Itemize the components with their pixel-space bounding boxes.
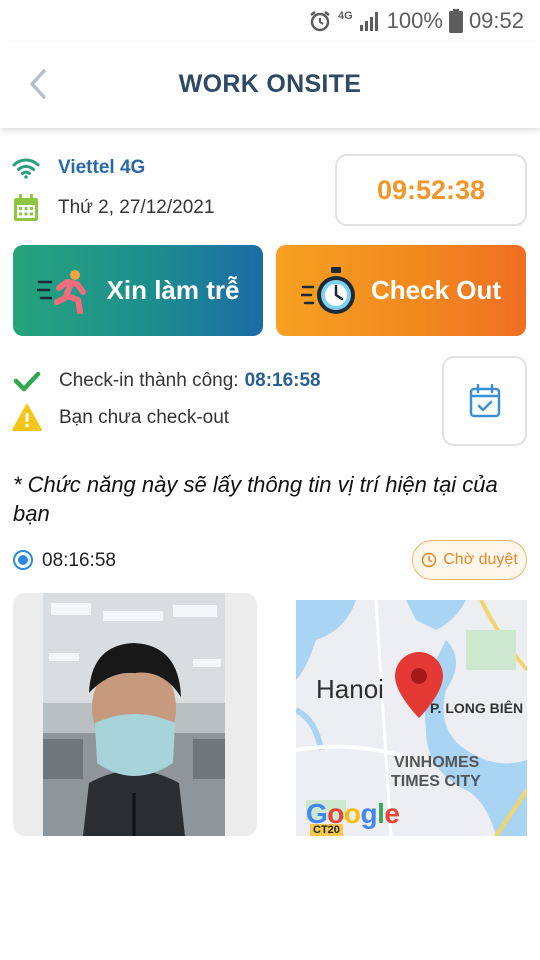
pending-label: Chờ duyệt bbox=[443, 551, 518, 568]
current-date: Thứ 2, 27/12/2021 bbox=[58, 197, 215, 218]
signal-icon bbox=[359, 10, 381, 32]
warning-icon bbox=[12, 404, 42, 431]
alarm-icon bbox=[308, 9, 332, 33]
checkin-photo-card[interactable] bbox=[13, 593, 257, 836]
wifi-icon bbox=[12, 154, 40, 182]
location-map[interactable]: Hanoi P. LONG BIÊN VINHOMES TIMES CITY G… bbox=[296, 600, 527, 836]
attendance-history-button[interactable] bbox=[442, 356, 527, 446]
attendance-record: 08:16:58 Chờ duyệt bbox=[13, 540, 527, 580]
status-time: 09:52 bbox=[468, 8, 524, 33]
late-request-button[interactable]: Xin làm trễ bbox=[13, 245, 263, 336]
app-bar: WORK ONSITE bbox=[0, 42, 540, 128]
check-out-label: Check Out bbox=[370, 275, 502, 305]
attendance-status: Check-in thành công: 08:16:58 Bạn chưa c… bbox=[12, 362, 321, 436]
clock-icon bbox=[421, 552, 437, 568]
check-out-button[interactable]: Check Out bbox=[276, 245, 526, 336]
status-icons: 4G 100% 09:52 bbox=[308, 6, 524, 36]
check-icon bbox=[12, 370, 42, 392]
calendar-icon bbox=[12, 194, 40, 222]
checkin-time: 08:16:58 bbox=[244, 369, 321, 391]
record-time: 08:16:58 bbox=[42, 550, 116, 571]
stopwatch-icon bbox=[300, 266, 355, 314]
pending-badge: Chờ duyệt bbox=[412, 540, 527, 580]
checkout-status-row: Bạn chưa check-out bbox=[12, 399, 321, 436]
checkout-warning: Bạn chưa check-out bbox=[59, 406, 230, 428]
map-area-label-1: VINHOMES bbox=[394, 754, 480, 771]
clock-display: 09:52:38 bbox=[335, 154, 527, 226]
date-row: Thứ 2, 27/12/2021 bbox=[12, 190, 214, 226]
map-city-label: Hanoi bbox=[316, 674, 384, 704]
map-district-label: P. LONG BIÊN bbox=[430, 700, 524, 716]
road-badge: CT20 bbox=[310, 824, 343, 836]
running-person-icon bbox=[36, 269, 86, 314]
late-request-label: Xin làm trễ bbox=[106, 275, 240, 305]
battery-icon bbox=[448, 9, 463, 33]
network-row: Viettel 4G bbox=[12, 150, 214, 186]
battery-percent: 100% bbox=[386, 8, 443, 33]
status-bar: 4G 100% 09:52 bbox=[0, 0, 540, 42]
record-radio[interactable] bbox=[13, 550, 33, 570]
checkin-status-row: Check-in thành công: 08:16:58 bbox=[12, 362, 321, 399]
calendar-check-icon bbox=[469, 384, 500, 418]
network-name: Viettel 4G bbox=[58, 157, 146, 178]
checkin-photo bbox=[43, 593, 225, 836]
network-type: 4G bbox=[337, 10, 353, 22]
map-area-label-2: TIMES CITY bbox=[391, 773, 481, 790]
location-note: * Chức năng này sẽ lấy thông tin vị trí … bbox=[13, 472, 498, 526]
page-title: WORK ONSITE bbox=[178, 70, 362, 98]
checkin-label: Check-in thành công: bbox=[59, 369, 239, 391]
info-block: Viettel 4G Thứ 2, 27/12/2021 bbox=[12, 150, 214, 226]
